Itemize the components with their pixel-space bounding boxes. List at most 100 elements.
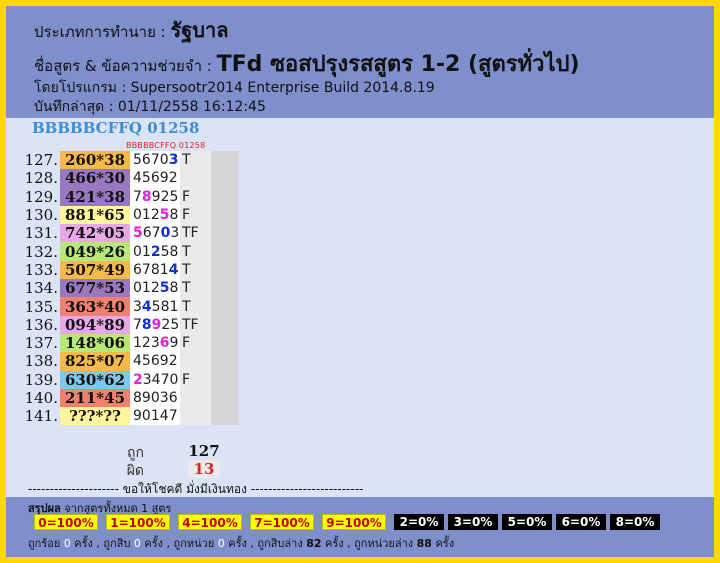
digit: 6 <box>150 170 160 187</box>
hit-flag: TF <box>180 315 211 334</box>
digit: 2 <box>168 170 178 187</box>
digit: 1 <box>150 408 160 425</box>
row-number: 133. <box>24 260 58 279</box>
stats-fragment: 0 <box>217 537 225 550</box>
digit: 2 <box>150 280 160 297</box>
row-spacer <box>211 352 239 371</box>
draw-result: 677*53 <box>60 279 130 298</box>
digit: 8 <box>141 188 152 205</box>
digit-percent-badge: 8=0% <box>610 514 660 530</box>
digit: 8 <box>133 390 142 406</box>
stats-fragment: ครั้ง , ถูกหน่วยล่าง <box>321 537 417 550</box>
digit: 1 <box>141 280 151 297</box>
stats-fragment: ถูกร้อย <box>28 537 64 550</box>
digit: 3 <box>133 298 142 315</box>
wrong-count: 13 <box>188 460 220 478</box>
digit: 2 <box>150 207 160 224</box>
digit: 4 <box>168 261 179 278</box>
digit: 0 <box>150 390 160 406</box>
digit: 4 <box>159 408 169 425</box>
predicted-digits: 01258 <box>130 205 180 225</box>
row-spacer <box>211 333 239 353</box>
digit: 6 <box>168 390 178 406</box>
digit: 7 <box>168 408 178 425</box>
row-spacer <box>211 407 239 426</box>
digit-percent-badge: 0=100% <box>34 514 98 530</box>
table-row: 127. 260*38 56703 T <box>24 151 239 170</box>
digit: 3 <box>170 225 180 242</box>
hit-flag: F <box>180 370 211 389</box>
predicted-digits: 90147 <box>130 407 180 426</box>
digit: 2 <box>150 243 161 260</box>
digit: 2 <box>133 371 143 388</box>
draw-result: ???*?? <box>60 407 130 426</box>
hit-flag: T <box>180 297 211 316</box>
digit-percent-badge: 4=100% <box>178 514 242 530</box>
digit: 9 <box>141 390 151 406</box>
digit: 8 <box>150 261 160 278</box>
table-row: 136. 094*89 78925 TF <box>24 315 239 334</box>
digit: 9 <box>151 188 161 205</box>
table-row: 129. 421*38 78925 F <box>24 187 239 206</box>
digit: 5 <box>151 298 161 315</box>
digit: 8 <box>160 298 170 315</box>
hit-flag <box>180 388 211 408</box>
predicted-digits: 56703 <box>130 224 180 243</box>
digit: 9 <box>133 408 142 425</box>
digit: 5 <box>169 188 179 205</box>
hit-flag: TF <box>180 224 211 243</box>
draw-result: 211*45 <box>60 388 130 408</box>
digit: 2 <box>161 316 171 333</box>
stats-fragment: ครั้ง , ถูกหน่วย <box>140 537 218 550</box>
digit: 3 <box>159 390 169 406</box>
digit: 6 <box>159 335 170 352</box>
digit: 8 <box>169 243 179 260</box>
predicted-digits: 56703 <box>130 151 180 170</box>
digit: 5 <box>170 316 180 333</box>
digit: 3 <box>150 335 160 352</box>
draw-result: 630*62 <box>60 370 130 389</box>
digit: 4 <box>133 353 142 370</box>
row-spacer <box>211 187 239 206</box>
row-number: 136. <box>24 315 58 334</box>
table-row: 134. 677*53 01258 T <box>24 279 239 298</box>
row-spacer <box>211 151 239 170</box>
digit: 2 <box>160 188 170 205</box>
row-spacer <box>211 297 239 316</box>
row-number: 129. <box>24 187 58 206</box>
stats-fragment: ครั้ง , ถูกสิบล่าง <box>224 537 307 550</box>
table-row: 135. 363*40 34581 T <box>24 297 239 316</box>
row-number: 131. <box>24 224 58 243</box>
stats-fragment: ครั้ง <box>431 537 455 550</box>
row-spacer <box>211 370 239 389</box>
hit-flag: T <box>180 151 211 170</box>
prediction-type-value: รัฐบาล <box>170 18 229 42</box>
formula-label: ชื่อสูตร & ข้อความช่วยจำ : <box>34 57 212 75</box>
table-row: 141. ???*?? 90147 <box>24 407 239 426</box>
digit: 7 <box>160 371 170 388</box>
draw-result: 363*40 <box>60 297 130 316</box>
draw-result: 825*07 <box>60 352 130 371</box>
digit: 1 <box>169 298 179 315</box>
predicted-digits: 01258 <box>130 279 180 298</box>
digit-percent-badge: 3=0% <box>448 514 498 530</box>
digit-percent-badge: 2=0% <box>394 514 444 530</box>
hit-flag: T <box>180 279 211 298</box>
digit: 5 <box>141 353 151 370</box>
row-number: 138. <box>24 352 58 371</box>
draw-result: 421*38 <box>60 187 130 206</box>
stats-fragment: 88 <box>416 537 432 550</box>
digit: 7 <box>133 188 142 205</box>
predicted-digits: 78925 <box>130 187 180 206</box>
digit: 5 <box>133 152 142 169</box>
code-title: BBBBBCFFQ 01258 <box>32 119 200 137</box>
predicted-digits: 89036 <box>130 388 180 408</box>
digit: 5 <box>141 170 151 187</box>
hit-flag: F <box>180 205 211 225</box>
digit-percent-badge: 9=100% <box>322 514 386 530</box>
digit: 0 <box>141 408 151 425</box>
digit: 0 <box>159 152 169 169</box>
digit: 8 <box>141 316 152 333</box>
draw-result: 148*06 <box>60 333 130 353</box>
digit: 7 <box>141 261 151 278</box>
